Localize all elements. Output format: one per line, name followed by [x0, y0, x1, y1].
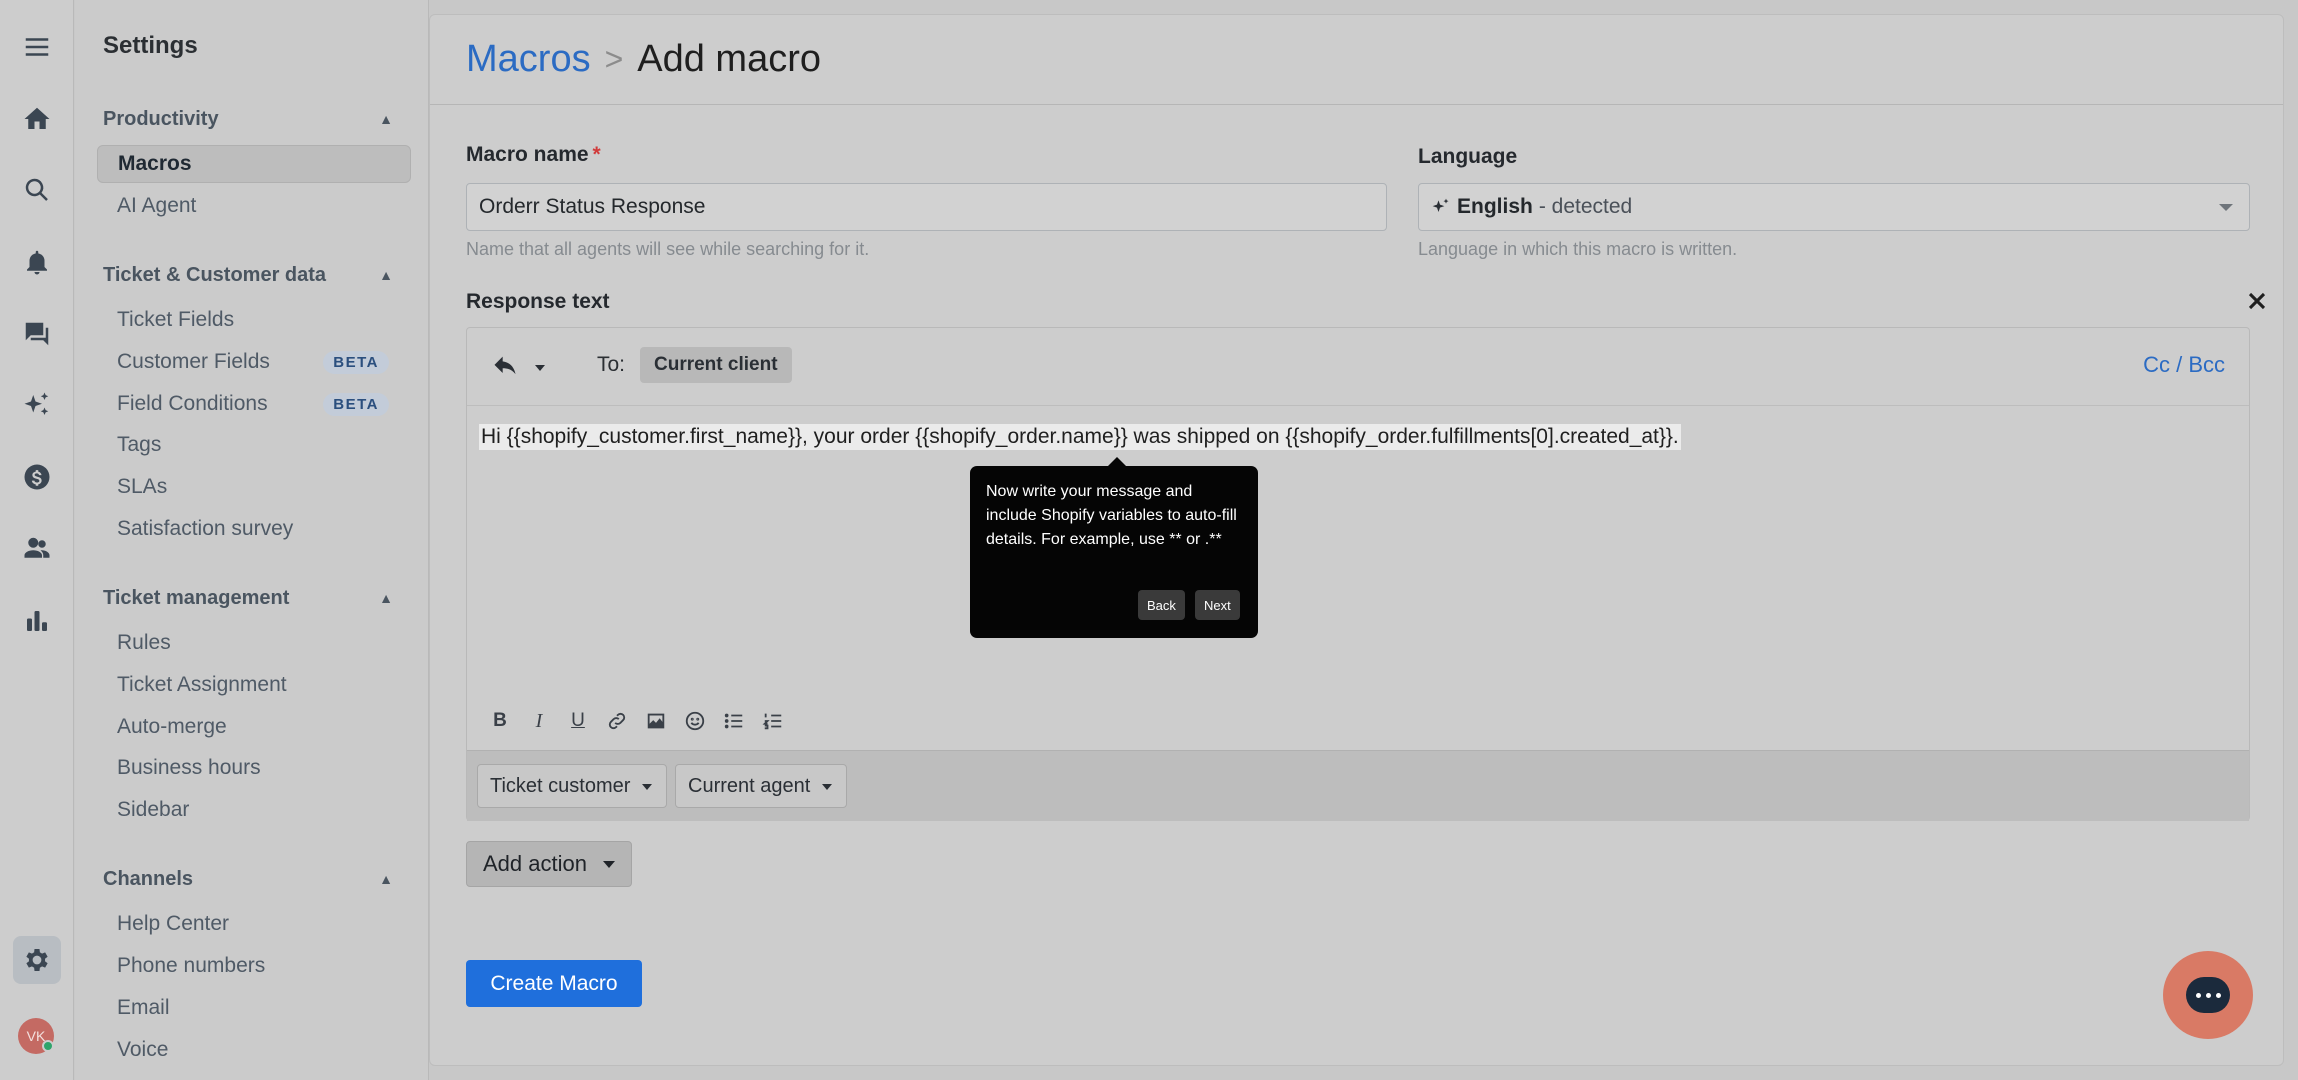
dollar-icon[interactable] [13, 453, 61, 501]
icon-rail: VK [0, 0, 74, 1080]
bullet-list-icon[interactable] [721, 708, 747, 734]
sidebar-item-sidebar[interactable]: Sidebar [97, 791, 411, 829]
sidebar-item-business-hours[interactable]: Business hours [97, 749, 411, 787]
tooltip-back-button[interactable]: Back [1138, 590, 1185, 620]
tooltip-next-button[interactable]: Next [1195, 590, 1240, 620]
add-action-button[interactable]: Add action [466, 841, 632, 887]
sidebar-item-slas[interactable]: SLAs [97, 468, 411, 506]
search-icon[interactable] [13, 166, 61, 214]
sidebar-item-satisfaction-survey[interactable]: Satisfaction survey [97, 510, 411, 548]
response-body-text[interactable]: Hi {{shopify_customer.first_name}}, your… [479, 424, 1681, 450]
online-status-dot [42, 1040, 54, 1052]
sidebar-item-ticket-assignment[interactable]: Ticket Assignment [97, 666, 411, 704]
sidebar-item-rules[interactable]: Rules [97, 624, 411, 662]
sidebar-item-email[interactable]: Email [97, 989, 411, 1027]
chevron-up-icon: ▲ [379, 267, 393, 283]
editor-recipient-bar: To: Current client Cc / Bcc [467, 328, 2249, 406]
create-macro-button[interactable]: Create Macro [466, 960, 642, 1007]
sidebar-item-macros[interactable]: Macros [97, 145, 411, 183]
formatting-toolbar: B I U [487, 708, 786, 734]
image-icon[interactable] [643, 708, 669, 734]
sidebar-item-ticket-fields[interactable]: Ticket Fields [97, 301, 411, 339]
ticket-customer-dropdown[interactable]: Ticket customer [477, 764, 668, 808]
section-ticket-management[interactable]: Ticket management ▲ [103, 584, 393, 612]
variables-bar: Ticket customer Current agent [467, 750, 2249, 821]
tooltip-text: Now write your message and include Shopi… [986, 483, 1237, 548]
breadcrumb: Macros > Add macro [430, 15, 2283, 105]
language-select[interactable]: English - detected [1418, 183, 2250, 231]
language-label: Language [1418, 145, 1518, 168]
sidebar-item-ai-agent[interactable]: AI Agent [97, 187, 411, 225]
chat-icon[interactable] [13, 310, 61, 358]
reply-icon[interactable] [491, 352, 519, 385]
response-editor: To: Current client Cc / Bcc Hi {{shopify… [466, 327, 2250, 821]
chevron-up-icon: ▲ [379, 590, 393, 606]
settings-sidebar: Settings Productivity ▲ Macros AI Agent … [75, 0, 429, 1080]
link-icon[interactable] [604, 708, 630, 734]
breadcrumb-separator: > [604, 41, 624, 77]
chat-widget-button[interactable] [2163, 951, 2253, 1039]
beta-badge: BETA [323, 350, 389, 374]
sidebar-title: Settings [103, 32, 198, 59]
main-panel: Macros > Add macro Macro name * Orderr St… [429, 14, 2284, 1066]
sidebar-item-customer-fields[interactable]: Customer Fields BETA [97, 343, 411, 381]
to-label: To: [597, 353, 626, 376]
close-icon[interactable] [2243, 287, 2271, 315]
chat-bubble-icon [2186, 977, 2230, 1013]
emoji-icon[interactable] [682, 708, 708, 734]
breadcrumb-macros-link[interactable]: Macros [466, 38, 591, 81]
section-productivity[interactable]: Productivity ▲ [103, 105, 393, 133]
numbered-list-icon[interactable] [760, 708, 786, 734]
section-channels[interactable]: Channels ▲ [103, 865, 393, 893]
sidebar-item-auto-merge[interactable]: Auto-merge [97, 708, 411, 746]
macro-name-label: Macro name * [466, 143, 601, 166]
bell-icon[interactable] [13, 238, 61, 286]
gear-icon[interactable] [13, 936, 61, 984]
sidebar-item-voice[interactable]: Voice [97, 1031, 411, 1069]
onboarding-tooltip: Now write your message and include Shopi… [970, 457, 1258, 638]
beta-badge: BETA [323, 392, 389, 416]
sidebar-item-help-center[interactable]: Help Center [97, 905, 411, 943]
required-mark: * [592, 143, 601, 166]
page-title: Add macro [637, 38, 822, 80]
sidebar-item-phone-numbers[interactable]: Phone numbers [97, 947, 411, 985]
bar-chart-icon[interactable] [13, 597, 61, 645]
sparkle-icon[interactable] [13, 381, 61, 429]
menu-icon[interactable] [13, 23, 61, 71]
section-ticket-customer-data[interactable]: Ticket & Customer data ▲ [103, 261, 393, 289]
macro-name-input[interactable]: Orderr Status Response [466, 183, 1387, 231]
sidebar-item-tags[interactable]: Tags [97, 426, 411, 464]
recipient-chip[interactable]: Current client [640, 347, 792, 383]
cc-bcc-link[interactable]: Cc / Bcc [2143, 352, 2225, 378]
language-hint: Language in which this macro is written. [1418, 239, 1738, 259]
sidebar-item-field-conditions[interactable]: Field Conditions BETA [97, 385, 411, 423]
chevron-up-icon: ▲ [379, 111, 393, 127]
chevron-down-icon [2219, 204, 2233, 211]
bold-icon[interactable]: B [487, 708, 513, 734]
response-text-label: Response text [466, 290, 610, 313]
chevron-down-icon[interactable] [535, 365, 545, 371]
users-icon[interactable] [13, 525, 61, 573]
underline-icon[interactable]: U [565, 708, 591, 734]
chevron-up-icon: ▲ [379, 871, 393, 887]
home-icon[interactable] [13, 95, 61, 143]
sparkle-icon [1431, 197, 1451, 217]
macro-name-hint: Name that all agents will see while sear… [466, 239, 870, 259]
italic-icon[interactable]: I [526, 708, 552, 734]
current-agent-dropdown[interactable]: Current agent [675, 764, 848, 808]
